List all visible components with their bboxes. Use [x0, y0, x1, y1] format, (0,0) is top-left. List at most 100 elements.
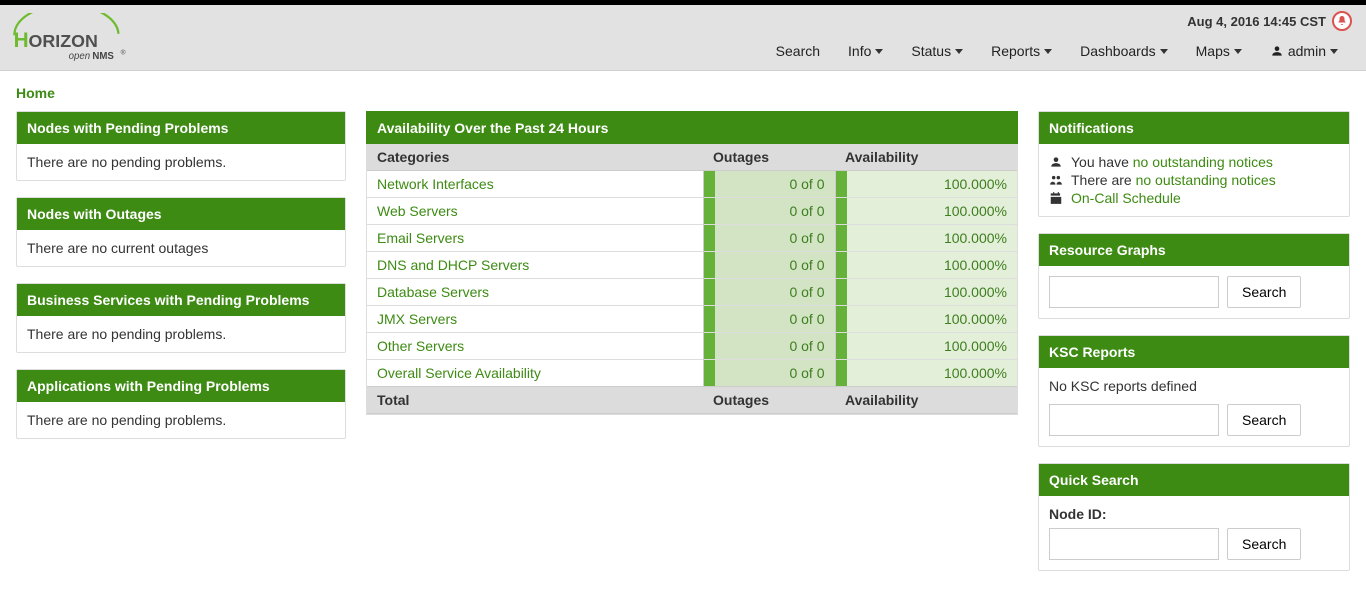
status-indicator: [703, 333, 715, 360]
panel-title: Quick Search: [1039, 464, 1349, 496]
table-row: Other Servers0 of 0100.000%: [367, 333, 1017, 360]
svg-text:NMS: NMS: [92, 51, 114, 62]
status-indicator: [835, 225, 847, 252]
chevron-down-icon: [1044, 49, 1052, 54]
col-categories: Categories: [367, 144, 703, 171]
status-indicator: [703, 279, 715, 306]
footer-total: Total: [367, 387, 703, 414]
link-oncall[interactable]: On-Call Schedule: [1071, 190, 1181, 206]
category-link[interactable]: Database Servers: [377, 284, 489, 300]
availability-cell: 100.000%: [847, 279, 1017, 306]
availability-cell: 100.000%: [847, 171, 1017, 198]
category-link[interactable]: Network Interfaces: [377, 176, 494, 192]
user-icon: [1049, 155, 1063, 169]
outage-cell: 0 of 0: [715, 306, 835, 333]
users-icon: [1049, 173, 1063, 187]
logo: H ORIZON open NMS ®: [10, 13, 160, 68]
footer-availability: Availability: [835, 387, 1017, 414]
col-outages: Outages: [703, 144, 835, 171]
chevron-down-icon: [1160, 49, 1168, 54]
panel-resource-graphs: Resource Graphs Search: [1038, 233, 1350, 319]
nav-status[interactable]: Status: [897, 32, 977, 70]
col-availability: Availability: [835, 144, 1017, 171]
quick-search-button[interactable]: Search: [1227, 528, 1301, 560]
status-indicator: [703, 171, 715, 198]
link-no-notices-you[interactable]: no outstanding notices: [1133, 154, 1273, 170]
chevron-down-icon: [1330, 49, 1338, 54]
breadcrumb-home[interactable]: Home: [16, 85, 55, 101]
panel-title: Notifications: [1039, 112, 1349, 144]
panel-title: Applications with Pending Problems: [17, 370, 345, 402]
nav-dashboards[interactable]: Dashboards: [1066, 32, 1182, 70]
nav-search[interactable]: Search: [762, 32, 834, 70]
link-no-notices-all[interactable]: no outstanding notices: [1136, 172, 1276, 188]
nav-reports[interactable]: Reports: [977, 32, 1066, 70]
category-link[interactable]: Email Servers: [377, 230, 464, 246]
panel-pending-bs: Business Services with Pending Problems …: [16, 283, 346, 353]
status-indicator: [835, 198, 847, 225]
panel-pending-nodes: Nodes with Pending Problems There are no…: [16, 111, 346, 181]
topbar: H ORIZON open NMS ® Aug 4, 2016 14:45 CS…: [0, 5, 1366, 71]
panel-notifications: Notifications You have no outstanding no…: [1038, 111, 1350, 217]
nav-info[interactable]: Info: [834, 32, 897, 70]
table-row: Web Servers 0 of 0 100.000%: [367, 198, 1017, 225]
panel-ksc-reports: KSC Reports No KSC reports defined Searc…: [1038, 335, 1350, 447]
availability-cell: 100.000%: [847, 198, 1017, 225]
panel-title: Availability Over the Past 24 Hours: [366, 111, 1018, 144]
table-row-overall: Overall Service Availability 0 of 0 100.…: [367, 360, 1017, 387]
bell-icon: [1336, 15, 1348, 27]
table-row: Database Servers 0 of 0 100.000%: [367, 279, 1017, 306]
outage-cell: 0 of 0: [715, 252, 835, 279]
status-indicator: [835, 333, 847, 360]
status-indicator: [835, 171, 847, 198]
status-indicator: [703, 198, 715, 225]
node-id-input[interactable]: [1049, 528, 1219, 560]
resource-graphs-input[interactable]: [1049, 276, 1219, 308]
panel-quick-search: Quick Search Node ID: Search: [1038, 463, 1350, 571]
outage-cell: 0 of 0: [715, 198, 835, 225]
panel-title: Business Services with Pending Problems: [17, 284, 345, 316]
panel-nodes-outages: Nodes with Outages There are no current …: [16, 197, 346, 267]
table-row: DNS and DHCP Servers0 of 0100.000%: [367, 252, 1017, 279]
svg-text:®: ®: [121, 49, 126, 57]
notif-line-oncall: On-Call Schedule: [1049, 190, 1339, 206]
status-indicator: [835, 306, 847, 333]
user-icon: [1270, 44, 1284, 58]
status-indicator: [703, 225, 715, 252]
nav-user[interactable]: admin: [1256, 32, 1352, 70]
clock-text: Aug 4, 2016 14:45 CST: [1187, 14, 1326, 29]
alarm-bell-badge[interactable]: [1332, 11, 1352, 31]
label-node-id: Node ID:: [1049, 506, 1339, 522]
status-indicator: [835, 360, 847, 387]
ksc-input[interactable]: [1049, 404, 1219, 436]
category-link[interactable]: Overall Service Availability: [377, 365, 541, 381]
status-indicator: [835, 252, 847, 279]
outage-cell: 0 of 0: [715, 279, 835, 306]
panel-title: Resource Graphs: [1039, 234, 1349, 266]
status-indicator: [703, 252, 715, 279]
center-column: Availability Over the Past 24 Hours Cate…: [366, 111, 1018, 571]
availability-cell: 100.000%: [847, 360, 1017, 387]
outage-cell: 0 of 0: [715, 360, 835, 387]
category-link[interactable]: Other Servers: [377, 338, 464, 354]
outage-cell: 0 of 0: [715, 171, 835, 198]
category-link[interactable]: DNS and DHCP Servers: [377, 257, 529, 273]
panel-pending-apps: Applications with Pending Problems There…: [16, 369, 346, 439]
nav-maps[interactable]: Maps: [1182, 32, 1256, 70]
table-row: Network Interfaces 0 of 0 100.000%: [367, 171, 1017, 198]
chevron-down-icon: [955, 49, 963, 54]
category-link[interactable]: Web Servers: [377, 203, 458, 219]
chevron-down-icon: [1234, 49, 1242, 54]
ksc-search-button[interactable]: Search: [1227, 404, 1301, 436]
panel-body-text: There are no pending problems.: [17, 402, 345, 438]
availability-cell: 100.000%: [847, 225, 1017, 252]
svg-text:H: H: [14, 29, 29, 52]
outage-cell: 0 of 0: [715, 333, 835, 360]
footer-outages: Outages: [703, 387, 835, 414]
status-indicator: [703, 306, 715, 333]
availability-cell: 100.000%: [847, 306, 1017, 333]
panel-title: Nodes with Pending Problems: [17, 112, 345, 144]
resource-graphs-search-button[interactable]: Search: [1227, 276, 1301, 308]
category-link[interactable]: JMX Servers: [377, 311, 457, 327]
svg-text:open: open: [69, 51, 90, 62]
